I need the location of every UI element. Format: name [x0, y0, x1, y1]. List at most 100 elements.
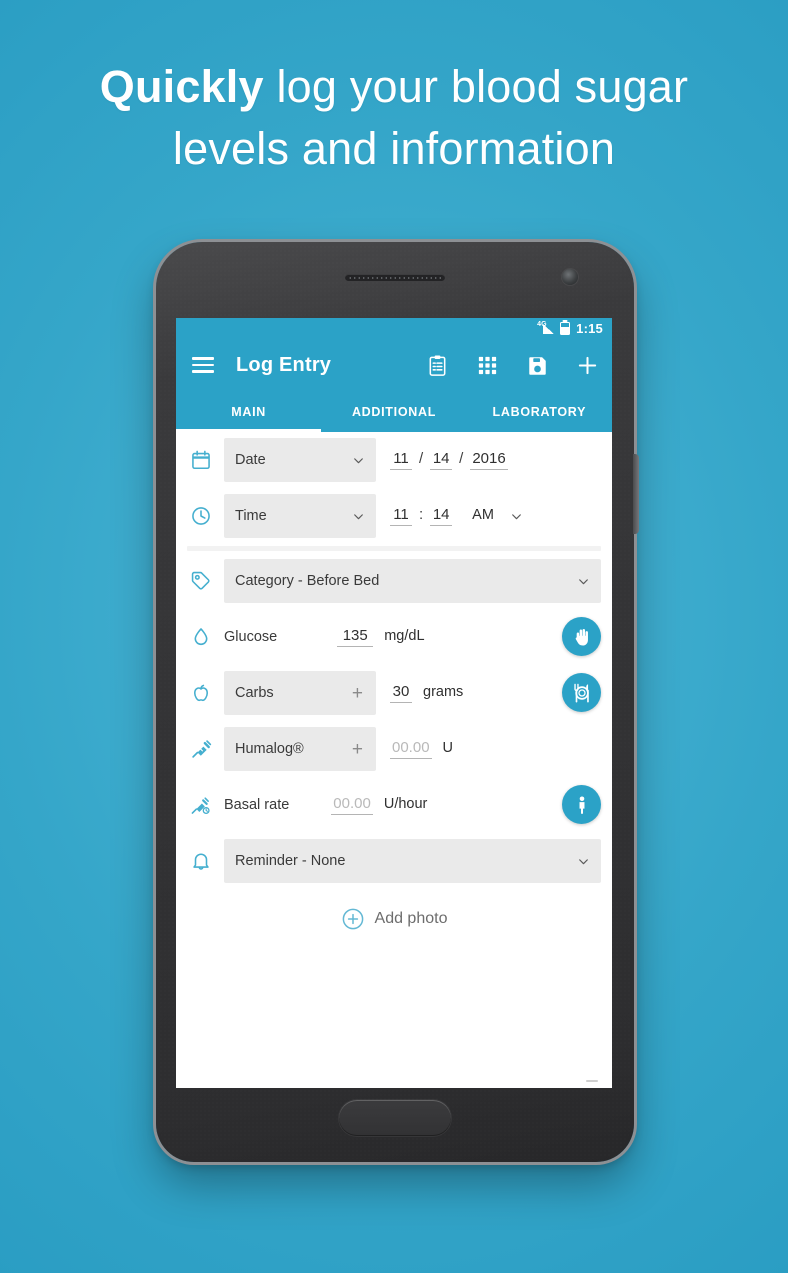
tab-main[interactable]: MAIN	[176, 391, 322, 432]
date-month-input[interactable]: 11	[390, 450, 412, 470]
calendar-icon	[188, 447, 214, 473]
hand-icon-button[interactable]	[562, 617, 601, 656]
person-icon	[579, 795, 584, 814]
app-bar: Log Entry	[176, 339, 612, 391]
time-separator: :	[419, 506, 424, 523]
phone-screen: 4G 1:15 Log Entry MAIN ADDITIONAL LABORA…	[176, 318, 612, 1088]
person-icon-button[interactable]	[562, 785, 601, 824]
time-minute-input[interactable]: 14	[430, 506, 453, 526]
carbs-label: Carbs	[235, 685, 274, 701]
bell-icon	[188, 848, 214, 874]
time-select[interactable]: Time	[224, 494, 376, 538]
basal-rate-label: Basal rate	[224, 797, 290, 813]
clipboard-icon[interactable]	[426, 354, 449, 377]
meal-icon	[573, 683, 589, 702]
promo-headline: Quickly log your blood sugar levels and …	[0, 56, 788, 180]
basal-rate-unit: U/hour	[383, 796, 428, 812]
headline-line-1: Quickly log your blood sugar	[0, 56, 788, 118]
calculator-icon[interactable]	[476, 354, 499, 377]
status-clock: 1:15	[576, 321, 603, 336]
plus-icon[interactable]	[576, 354, 599, 377]
save-icon[interactable]	[526, 354, 549, 377]
humalog-unit: U	[442, 740, 454, 756]
circle-plus-icon	[341, 907, 365, 931]
date-year-input[interactable]: 2016	[470, 450, 508, 470]
phone-mockup: 4G 1:15 Log Entry MAIN ADDITIONAL LABORA…	[156, 242, 639, 1162]
tab-bar: MAIN ADDITIONAL LABORATORY	[176, 391, 612, 432]
power-button[interactable]	[633, 454, 639, 534]
humalog-input[interactable]: 00.00	[390, 739, 432, 759]
droplet-icon	[188, 624, 214, 650]
chevron-down-icon	[352, 454, 365, 467]
date-separator-2: /	[459, 450, 464, 467]
headline-strong: Quickly	[99, 61, 264, 112]
page-title: Log Entry	[236, 353, 332, 376]
headline-rest: log your blood sugar	[263, 61, 689, 112]
humalog-add-icon[interactable]: +	[352, 740, 365, 759]
time-hour-input[interactable]: 11	[390, 506, 412, 526]
time-value-group: 11 : 14 AM	[390, 506, 523, 526]
scroll-indicator	[586, 1080, 598, 1082]
carbs-field[interactable]: Carbs +	[224, 671, 376, 715]
clock-icon	[188, 503, 214, 529]
hand-icon	[575, 628, 588, 646]
carbs-unit: grams	[423, 684, 464, 700]
app-bar-actions	[426, 354, 599, 377]
humalog-label: Humalog®	[235, 741, 304, 757]
chevron-down-icon	[577, 575, 590, 588]
syringe-clock-icon	[188, 792, 214, 818]
chevron-down-icon	[352, 510, 365, 523]
earpiece-speaker	[345, 274, 445, 281]
date-value-group: 11 / 14 / 2016	[390, 450, 508, 470]
status-bar: 4G 1:15	[176, 318, 612, 339]
row-humalog: Humalog® + 00.00 U	[176, 721, 612, 777]
date-select[interactable]: Date	[224, 438, 376, 482]
log-entry-form: Date 11 / 14 / 2016 Time 11: 14 AM Cate…	[176, 432, 612, 1088]
chevron-down-icon	[577, 855, 590, 868]
meal-icon-button[interactable]	[562, 673, 601, 712]
signal-bars	[543, 324, 555, 334]
row-reminder: Reminder - None	[176, 833, 612, 889]
row-basal-rate: Basal rate 00.00 U/hour	[176, 777, 612, 833]
row-glucose: Glucose 135 mg/dL	[176, 609, 612, 665]
chevron-down-icon[interactable]	[510, 510, 523, 523]
glucose-input[interactable]: 135	[337, 627, 374, 647]
row-date: Date 11 / 14 / 2016	[176, 432, 612, 488]
hamburger-menu-icon[interactable]	[192, 357, 214, 373]
tab-laboratory[interactable]: LABORATORY	[467, 391, 612, 432]
time-meridiem-value[interactable]: AM	[472, 507, 494, 523]
tab-additional[interactable]: ADDITIONAL	[321, 391, 466, 432]
signal-icon: 4G	[537, 321, 555, 335]
front-camera	[562, 269, 578, 285]
hardware-home-button[interactable]	[339, 1100, 451, 1136]
reminder-select[interactable]: Reminder - None	[224, 839, 601, 883]
glucose-label: Glucose	[224, 629, 278, 645]
row-category: Category - Before Bed	[176, 553, 612, 609]
carbs-input[interactable]: 30	[390, 683, 412, 703]
apple-icon	[188, 680, 214, 706]
date-day-input[interactable]: 14	[430, 450, 453, 470]
add-photo-button[interactable]: Add photo	[176, 889, 612, 949]
humalog-field[interactable]: Humalog® +	[224, 727, 376, 771]
carbs-value-group: 30 grams	[390, 683, 463, 703]
glucose-value-group: 135 mg/dL	[337, 627, 425, 647]
basal-rate-input[interactable]: 00.00	[331, 795, 373, 815]
humalog-value-group: 00.00 U	[390, 739, 453, 759]
row-carbs: Carbs + 30 grams	[176, 665, 612, 721]
date-separator-1: /	[419, 450, 424, 467]
syringe-icon	[188, 736, 214, 762]
add-photo-label: Add photo	[374, 910, 448, 927]
reminder-label: Reminder - None	[235, 853, 346, 869]
time-label: Time	[235, 508, 267, 524]
tag-icon	[188, 568, 214, 594]
basal-value-group: 00.00 U/hour	[331, 795, 427, 815]
headline-line-2: levels and information	[172, 123, 616, 174]
glucose-unit: mg/dL	[384, 628, 425, 644]
category-label: Category - Before Bed	[235, 573, 380, 589]
category-select[interactable]: Category - Before Bed	[224, 559, 601, 603]
carbs-add-icon[interactable]: +	[352, 684, 365, 703]
battery-icon	[560, 322, 571, 335]
date-label: Date	[235, 452, 266, 468]
row-time: Time 11 : 14 AM	[176, 488, 612, 544]
section-divider	[176, 544, 612, 553]
